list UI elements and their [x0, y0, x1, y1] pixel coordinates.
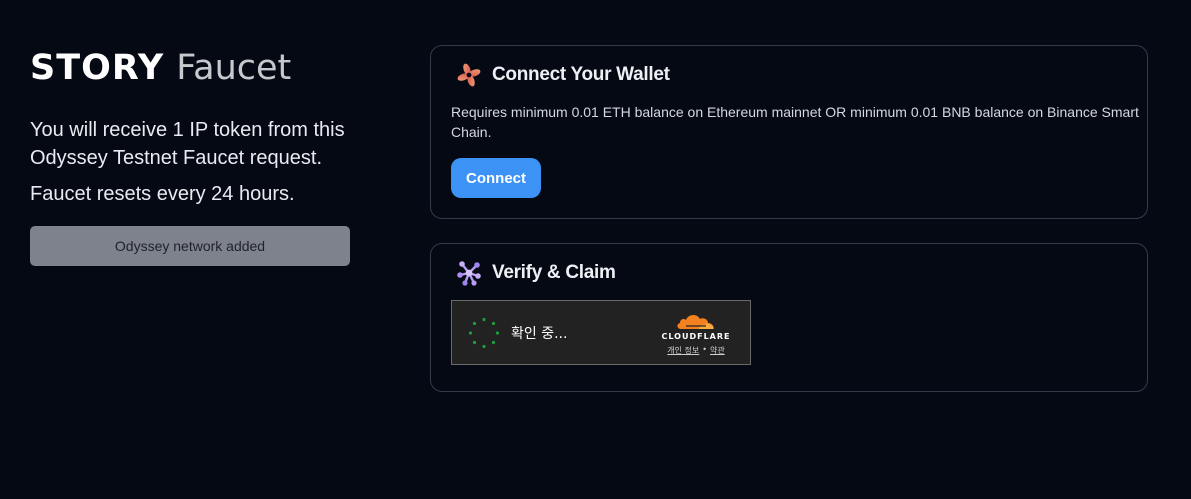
verify-claim-header: Verify & Claim: [456, 260, 616, 286]
link-separator: •: [702, 345, 707, 354]
connect-wallet-description: Requires minimum 0.01 ETH balance on Eth…: [451, 104, 1139, 140]
brand-story-wordmark: STORY: [30, 48, 165, 88]
cloudflare-cloud-icon: [675, 311, 717, 331]
connect-button[interactable]: Connect: [451, 158, 541, 198]
privacy-link[interactable]: 개인 정보: [667, 345, 699, 356]
resets-text: Faucet resets every 24 hours.: [30, 183, 295, 205]
cloudflare-logo: CLOUDFLARE 개인 정보 • 약관: [656, 311, 736, 356]
faucet-page: STORY Faucet You will receive 1 IP token…: [0, 0, 1191, 499]
story-flower-icon: [456, 62, 482, 88]
brand-logo: STORY Faucet: [30, 48, 360, 88]
captcha-status-text: 확인 중...: [511, 326, 568, 342]
story-molecule-icon: [456, 260, 482, 286]
verify-claim-title: Verify & Claim: [492, 262, 616, 283]
connect-wallet-header: Connect Your Wallet: [456, 62, 670, 88]
verify-claim-card: Verify & Claim 확인 중... CLOUDFLARE 개인 정보 …: [430, 243, 1148, 392]
connect-wallet-card: Connect Your Wallet Requires minimum 0.0…: [430, 45, 1148, 219]
captcha-links: 개인 정보 • 약관: [656, 345, 736, 356]
loading-spinner-icon: [468, 317, 500, 349]
intro-panel: STORY Faucet You will receive 1 IP token…: [30, 48, 360, 266]
cloudflare-wordmark: CLOUDFLARE: [661, 332, 731, 341]
receive-text: You will receive 1 IP token from this Od…: [30, 119, 345, 169]
terms-link[interactable]: 약관: [710, 345, 725, 356]
cloudflare-captcha-widget[interactable]: 확인 중... CLOUDFLARE 개인 정보 • 약관: [451, 300, 751, 365]
connect-wallet-title: Connect Your Wallet: [492, 64, 670, 85]
brand-faucet-wordmark: Faucet: [176, 48, 292, 88]
network-added-button[interactable]: Odyssey network added: [30, 226, 350, 266]
